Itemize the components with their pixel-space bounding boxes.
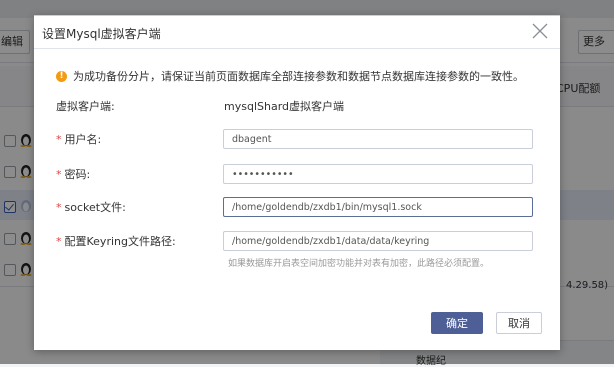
dialog-title: 设置Mysql虚拟客户端: [42, 27, 161, 41]
socket-file-field[interactable]: [223, 197, 533, 217]
socket-label-text: socket文件:: [64, 201, 126, 214]
keyring-label: * 配置Keyring文件路径:: [56, 233, 176, 249]
required-mark: *: [56, 133, 62, 146]
notice-text: 为成功备份分片，请保证当前页面数据库全部连接参数和数据节点数据库连接参数的一致性…: [73, 70, 524, 83]
socket-label: * socket文件:: [56, 199, 126, 215]
username-field[interactable]: [223, 129, 533, 149]
required-mark: *: [56, 168, 62, 181]
keyring-hint: 如果数据库开启表空间加密功能并对表有加密，此路径必须配置。: [228, 259, 490, 269]
username-label-text: 用户名:: [64, 133, 102, 146]
dialog-header: 设置Mysql虚拟客户端: [34, 16, 560, 49]
required-mark: *: [56, 201, 62, 214]
virtual-client-value: mysqlShard虚拟客户端: [224, 100, 345, 113]
required-mark: *: [56, 235, 62, 248]
mysql-virtual-client-dialog: 设置Mysql虚拟客户端 ! 为成功备份分片，请保证当前页面数据库全部连接参数和…: [34, 15, 560, 350]
keyring-path-field[interactable]: [223, 231, 533, 251]
username-label: * 用户名:: [56, 131, 101, 147]
virtual-client-label: 虚拟客户端:: [56, 100, 115, 113]
password-label-text: 密码:: [64, 168, 91, 181]
warning-icon: !: [56, 70, 67, 82]
consistency-notice: ! 为成功备份分片，请保证当前页面数据库全部连接参数和数据节点数据库连接参数的一…: [56, 68, 524, 84]
cancel-button[interactable]: 取消: [496, 312, 542, 334]
close-icon[interactable]: [530, 21, 550, 41]
keyring-label-text: 配置Keyring文件路径:: [64, 235, 176, 248]
confirm-button[interactable]: 确定: [431, 312, 483, 334]
password-field[interactable]: [223, 164, 533, 184]
password-label: * 密码:: [56, 166, 90, 182]
